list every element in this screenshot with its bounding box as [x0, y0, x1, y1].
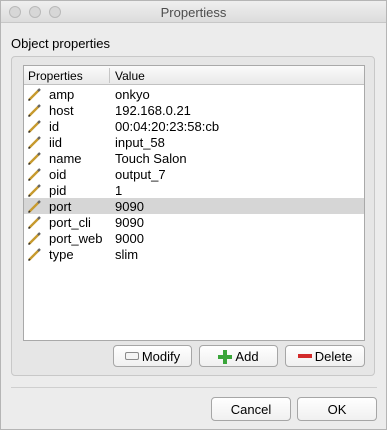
property-key: host [49, 103, 74, 118]
table-row[interactable]: id 00:04:20:23:58:cb [24, 118, 364, 134]
table-header: Properties Value [24, 66, 364, 85]
delete-button[interactable]: Delete [285, 345, 365, 367]
pencil-icon [27, 104, 41, 118]
property-value: input_58 [115, 135, 165, 150]
property-value: 192.168.0.21 [115, 103, 191, 118]
property-value: output_7 [115, 167, 166, 182]
property-key: pid [49, 183, 67, 198]
property-value: 9090 [115, 215, 144, 230]
table-rows: amp onkyo host 192.168.0.21 id 00:04:20:23:58… [24, 86, 364, 262]
add-button-label: Add [235, 348, 259, 364]
modify-button[interactable]: Modify [113, 345, 192, 367]
table-row[interactable]: oid output_7 [24, 166, 364, 182]
table-row[interactable]: type slim [24, 246, 364, 262]
properties-dialog: Propertiess Object properties Properties… [0, 0, 387, 430]
pencil-icon [27, 216, 41, 230]
property-key: port_cli [49, 215, 91, 230]
cancel-button-label: Cancel [230, 401, 272, 417]
modify-button-label: Modify [141, 348, 181, 364]
property-key: name [49, 151, 82, 166]
pencil-icon [27, 200, 41, 214]
pencil-icon [27, 168, 41, 182]
property-key: port [49, 199, 72, 214]
window-title: Propertiess [160, 5, 227, 20]
property-value: slim [115, 247, 139, 262]
table-row[interactable]: name Touch Salon [24, 150, 364, 166]
property-key: id [49, 119, 60, 134]
property-value: 1 [115, 183, 123, 198]
table-row[interactable]: amp onkyo [24, 86, 364, 102]
add-button[interactable]: Add [199, 345, 278, 367]
table-row[interactable]: iid input_58 [24, 134, 364, 150]
property-key: iid [49, 135, 63, 150]
property-key: port_web [49, 231, 103, 246]
property-key: type [49, 247, 74, 262]
pencil-icon [27, 152, 41, 166]
ok-button[interactable]: OK [297, 397, 377, 421]
table-row[interactable]: port_web 9000 [24, 230, 364, 246]
property-value: 9090 [115, 199, 144, 214]
property-value: 9000 [115, 231, 144, 246]
pencil-icon [27, 136, 41, 150]
plus-icon [218, 350, 233, 364]
properties-table[interactable]: Properties Value amp onkyo host 192.168.0.2… [23, 65, 365, 341]
property-value: Touch Salon [115, 151, 187, 166]
pencil-icon [27, 232, 41, 246]
property-value: 00:04:20:23:58:cb [115, 119, 220, 134]
title-bar[interactable]: Propertiess [1, 1, 386, 23]
table-row[interactable]: pid 1 [24, 182, 364, 198]
table-row[interactable]: port_cli 9090 [24, 214, 364, 230]
column-header-value[interactable]: Value [115, 69, 145, 83]
table-row[interactable]: host 192.168.0.21 [24, 102, 364, 118]
minus-icon [297, 350, 312, 362]
cancel-button[interactable]: Cancel [211, 397, 291, 421]
property-key: amp [49, 87, 75, 102]
ok-button-label: OK [327, 401, 347, 417]
column-header-properties[interactable]: Properties [28, 69, 83, 83]
pencil-icon [27, 248, 41, 262]
pencil-icon [27, 88, 41, 102]
pencil-icon [27, 120, 41, 134]
pencil-icon [27, 184, 41, 198]
divider [11, 387, 377, 388]
property-value: onkyo [115, 87, 150, 102]
table-row[interactable]: port 9090 [24, 198, 364, 214]
delete-button-label: Delete [314, 348, 353, 364]
group-label: Object properties [11, 36, 110, 51]
modify-icon [124, 350, 139, 362]
column-separator[interactable] [109, 68, 110, 83]
property-key: oid [49, 167, 67, 182]
